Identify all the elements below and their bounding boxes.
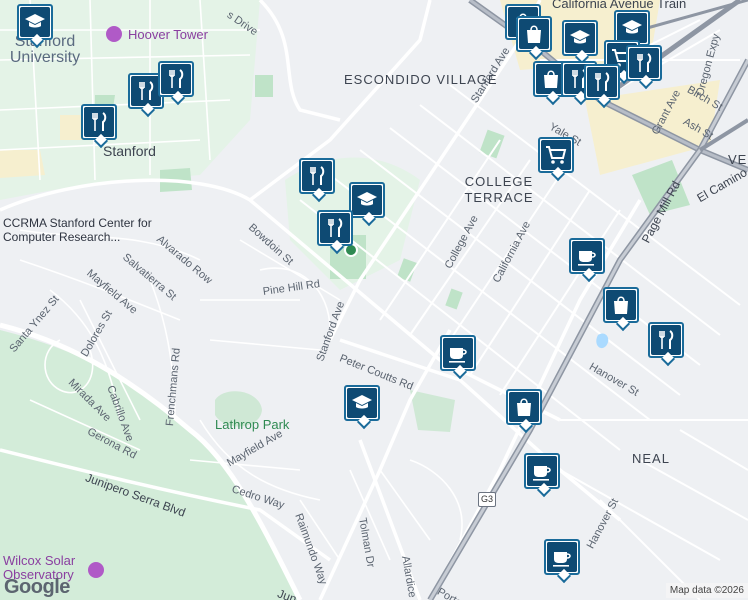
place-hoover-tower[interactable]: Hoover Tower: [128, 27, 208, 42]
shopping-bag-icon: [509, 392, 539, 422]
cafe-icon: [443, 338, 473, 368]
shopping-cart-icon: [541, 140, 571, 170]
marker-cafe-1[interactable]: [569, 238, 605, 274]
cafe-icon: [572, 241, 602, 271]
restaurant-icon: [587, 67, 617, 97]
school-icon: [352, 185, 382, 215]
place-ccrma[interactable]: CCRMA Stanford Center for Computer Resea…: [3, 216, 153, 244]
marker-school-3[interactable]: [344, 385, 380, 421]
restaurant-icon: [629, 48, 659, 78]
marker-restaurant-4[interactable]: [299, 158, 335, 194]
marker-cafe-3[interactable]: [524, 453, 560, 489]
marker-restaurant-10[interactable]: [584, 64, 620, 100]
restaurant-icon: [84, 107, 114, 137]
marker-restaurant-6[interactable]: [648, 322, 684, 358]
shopping-bag-icon: [519, 19, 549, 49]
restaurant-icon: [131, 76, 161, 106]
restaurant-icon: [320, 213, 350, 243]
marker-restaurant-7[interactable]: [626, 45, 662, 81]
marker-restaurant-5[interactable]: [317, 210, 353, 246]
cafe-icon: [527, 456, 557, 486]
place-stanford[interactable]: Stanford: [103, 143, 156, 159]
map-attribution[interactable]: Map data ©2026: [665, 583, 748, 598]
school-icon: [617, 13, 647, 43]
marker-school-2[interactable]: [349, 182, 385, 218]
school-icon: [20, 7, 50, 37]
google-logo: Google: [4, 576, 70, 598]
route-shield-g3: G3: [478, 492, 496, 507]
marker-school-1[interactable]: [17, 4, 53, 40]
marker-cafe-4[interactable]: [544, 539, 580, 575]
school-icon: [565, 23, 595, 53]
restaurant-icon: [302, 161, 332, 191]
marker-school-5[interactable]: [562, 20, 598, 56]
area-label-neal: NEAL: [632, 451, 670, 466]
camera-icon: [88, 562, 104, 578]
school-icon: [347, 388, 377, 418]
area-label-vent: VEN: [728, 152, 748, 167]
map-canvas[interactable]: ESCONDIDO VILLAGE COLLEGE TERRACE NEAL V…: [0, 0, 748, 600]
marker-restaurant-3[interactable]: [81, 104, 117, 140]
camera-icon: [106, 26, 122, 42]
area-label-escondido: ESCONDIDO VILLAGE: [344, 72, 498, 87]
shopping-bag-icon: [606, 290, 636, 320]
marker-shop-2[interactable]: [506, 389, 542, 425]
restaurant-icon: [161, 64, 191, 94]
cafe-icon: [547, 542, 577, 572]
marker-grocery-1[interactable]: [538, 137, 574, 173]
marker-shop-4[interactable]: [516, 16, 552, 52]
marker-restaurant-2[interactable]: [158, 61, 194, 97]
marker-shop-1[interactable]: [603, 287, 639, 323]
restaurant-icon: [651, 325, 681, 355]
marker-cafe-2[interactable]: [440, 335, 476, 371]
area-label-college-terrace: COLLEGE TERRACE: [464, 174, 534, 205]
